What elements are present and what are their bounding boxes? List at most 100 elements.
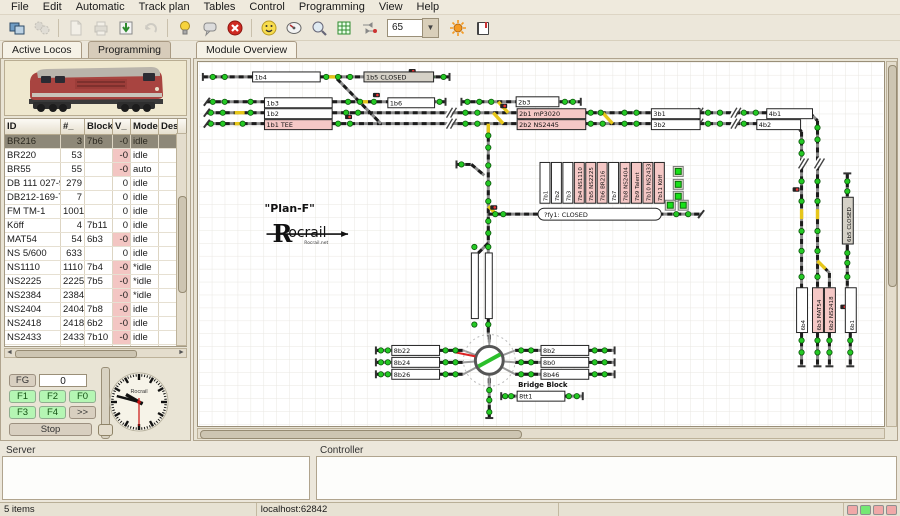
loco-row-kff[interactable]: Köff47b110idle [5,219,186,233]
sensor[interactable] [453,372,458,377]
f2-button[interactable]: F2 [39,390,66,403]
sensor[interactable] [815,228,820,233]
sensor[interactable] [815,137,820,142]
sensor[interactable] [827,338,832,343]
sensor[interactable] [453,360,458,365]
sensor[interactable] [487,409,492,414]
sensor[interactable] [634,121,639,126]
loco-row-ns5600[interactable]: NS 5/6006330idle [5,247,186,261]
col-[interactable]: #_ [61,119,85,134]
sensor[interactable] [347,74,352,79]
col-v[interactable]: V_ [113,119,131,134]
sensor[interactable] [518,348,523,353]
sensor[interactable] [674,211,679,216]
sensor[interactable] [845,189,850,194]
sensor[interactable] [222,74,227,79]
sensor[interactable] [475,110,480,115]
sensor[interactable] [717,121,722,126]
stop-button[interactable] [223,16,246,39]
loco-table-header[interactable]: ID#_BlockV_ModeDesti [5,119,186,135]
sensor[interactable] [323,74,328,79]
loco-row-ns2445[interactable]: NS244524452b20idle [5,345,186,347]
sensor[interactable] [463,110,468,115]
sensor[interactable] [486,163,491,168]
sensor[interactable] [528,360,533,365]
sensor[interactable] [799,248,804,253]
sensor[interactable] [845,250,850,255]
gears-button[interactable] [30,16,53,39]
sensor[interactable] [815,125,820,130]
sensor[interactable] [472,322,477,327]
trackplan-canvas[interactable]: 1b41b5 CLOSED1b31b61b21b1 TEE2b32b1 mP30… [197,61,885,427]
fg-button[interactable]: FG [9,374,36,387]
sensor[interactable] [753,110,758,115]
f0-button[interactable]: F0 [69,390,96,403]
sensor[interactable] [210,74,215,79]
tables-button[interactable] [332,16,355,39]
smiley-button[interactable] [257,16,280,39]
loco-row-br220[interactable]: BR22053-0idle [5,149,186,163]
sensor[interactable] [799,350,804,355]
sensor[interactable] [489,99,494,104]
loco-table[interactable]: ID#_BlockV_ModeDestiBR21637b6-0idleBR220… [4,118,187,347]
sensor[interactable] [815,274,820,279]
sensor[interactable] [486,145,491,150]
sensor[interactable] [472,244,477,249]
sensor[interactable] [799,274,804,279]
loco-row-br55[interactable]: BR5555-0auto [5,163,186,177]
analyzer-button[interactable] [307,16,330,39]
sensor[interactable] [486,322,491,327]
sensor[interactable] [486,199,491,204]
sensor[interactable] [475,121,480,126]
sensor[interactable] [248,110,253,115]
more-functions-button[interactable]: >> [69,406,96,419]
menu-tables[interactable]: Tables [197,0,243,14]
sensor[interactable] [845,274,850,279]
loco-row-ns2418[interactable]: NS241824186b2-0idle [5,317,186,331]
zoom-combo[interactable]: 65▼ [387,18,439,38]
log-button[interactable] [471,16,494,39]
sensor[interactable] [827,350,832,355]
sensor[interactable] [385,372,390,377]
sensor[interactable] [486,244,491,249]
sensor[interactable] [705,121,710,126]
sensor[interactable] [518,360,523,365]
plan-hscrollbar[interactable] [197,428,885,439]
scroll-right-arrow[interactable]: ► [177,349,186,357]
stop-button[interactable]: Stop [9,423,92,436]
sensor[interactable] [592,348,597,353]
new-document-button[interactable] [64,16,87,39]
sensor[interactable] [443,372,448,377]
sensor[interactable] [588,110,593,115]
menu-view[interactable]: View [372,0,410,14]
loco-row-br216[interactable]: BR21637b6-0idle [5,135,186,149]
loco-row-fmtm1[interactable]: FM TM-110010idle [5,205,186,219]
sensor[interactable] [799,151,804,156]
loco-row-db2121697[interactable]: DB212-169-770idle [5,191,186,205]
sensor[interactable] [443,360,448,365]
sensor[interactable] [588,121,593,126]
loco-row-ns2225[interactable]: NS222522257b5-0*idle [5,275,186,289]
sensor[interactable] [487,388,492,393]
sensor[interactable] [592,372,597,377]
col-desti[interactable]: Desti [159,119,178,134]
sensor[interactable] [222,99,227,104]
sensor[interactable] [562,99,567,104]
sensor[interactable] [598,110,603,115]
sensor[interactable] [622,110,627,115]
menu-file[interactable]: File [4,0,36,14]
loco-table-vscrollbar[interactable] [176,133,187,346]
power-lamp-button[interactable] [173,16,196,39]
sensor[interactable] [459,162,464,167]
sensor[interactable] [528,372,533,377]
tab-active-locos[interactable]: Active Locos [2,41,82,59]
sensor[interactable] [335,121,340,126]
sensor[interactable] [345,99,350,104]
col-id[interactable]: ID [5,119,61,134]
sensor[interactable] [815,179,820,184]
sensor[interactable] [602,348,607,353]
sensor[interactable] [453,348,458,353]
sensor[interactable] [378,348,383,353]
sensor[interactable] [799,199,804,204]
menu-automatic[interactable]: Automatic [69,0,132,14]
